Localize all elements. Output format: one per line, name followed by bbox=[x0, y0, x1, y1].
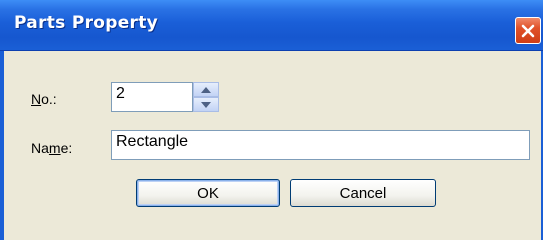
name-label-pre: Na bbox=[31, 140, 49, 156]
no-label: No.: bbox=[31, 91, 57, 107]
dialog-title: Parts Property bbox=[14, 13, 159, 33]
no-label-mnemonic: N bbox=[31, 91, 42, 107]
ok-button[interactable]: OK bbox=[136, 179, 280, 207]
no-input[interactable]: 2 bbox=[111, 82, 193, 112]
arrow-up-icon bbox=[201, 86, 211, 93]
spin-up-button[interactable] bbox=[193, 82, 219, 97]
parts-property-dialog: Parts Property No.: 2 Name: Rectangle OK… bbox=[0, 0, 543, 240]
close-button[interactable] bbox=[515, 17, 541, 44]
close-icon bbox=[521, 24, 535, 37]
no-label-rest: o.: bbox=[41, 91, 57, 107]
window-border-left bbox=[0, 51, 4, 240]
no-spinner bbox=[193, 82, 219, 112]
name-input[interactable]: Rectangle bbox=[111, 130, 530, 160]
no-input-value: 2 bbox=[116, 85, 125, 102]
name-label-post: e: bbox=[60, 140, 73, 156]
cancel-button[interactable]: Cancel bbox=[290, 179, 436, 207]
arrow-down-icon bbox=[201, 101, 211, 108]
name-label: Name: bbox=[31, 140, 72, 156]
ok-button-label: OK bbox=[197, 184, 219, 202]
name-input-value: Rectangle bbox=[116, 133, 189, 150]
name-label-mnemonic: m bbox=[48, 140, 61, 156]
spin-down-button[interactable] bbox=[193, 97, 219, 112]
title-bar[interactable]: Parts Property bbox=[0, 0, 543, 51]
cancel-button-label: Cancel bbox=[339, 184, 387, 202]
